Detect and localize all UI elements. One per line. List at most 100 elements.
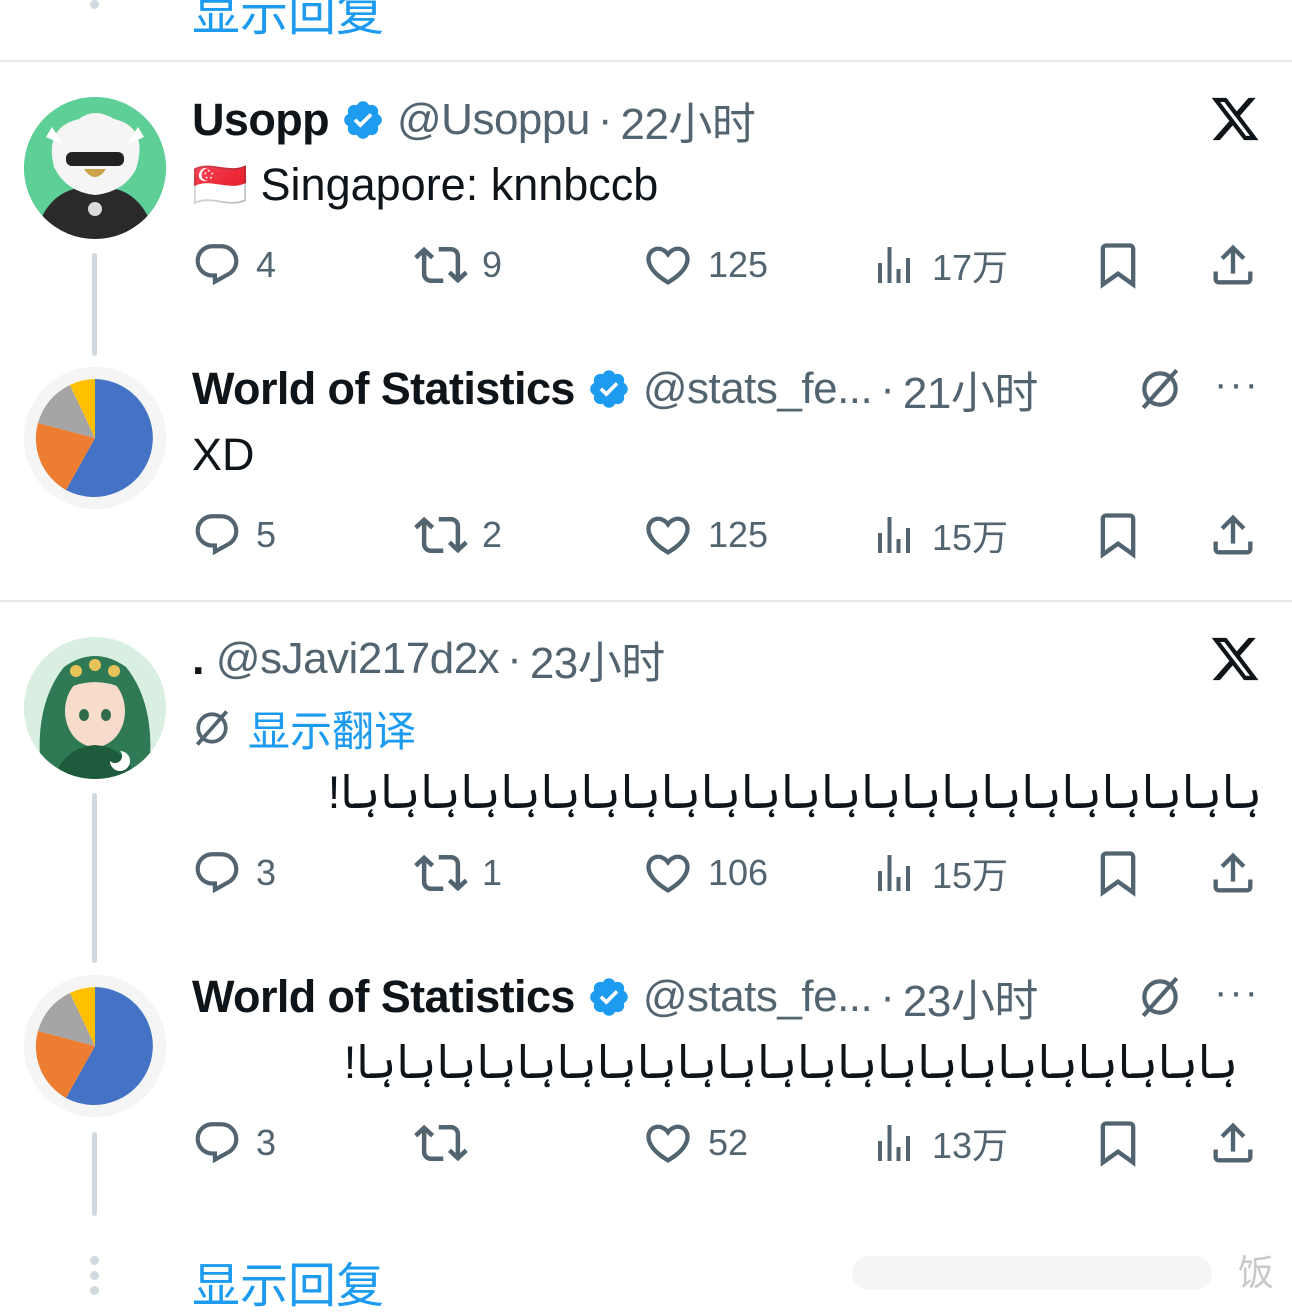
thread-dots	[88, 1256, 100, 1301]
share-icon	[1213, 1122, 1253, 1163]
like-button[interactable]: 106	[642, 845, 768, 901]
action-bar: 3 52 13万	[192, 1115, 1262, 1171]
translate-globe-icon[interactable]	[1135, 364, 1185, 414]
tweet-text: !ہاہاہاہاہاہاہاہاہاہاہاہاہاہاہاہاہاہاہاہ…	[327, 767, 1262, 818]
views-button[interactable]: 15万	[870, 845, 1008, 901]
reply-button[interactable]: 4	[192, 237, 276, 293]
show-translation-label[interactable]: 显示翻译	[248, 698, 416, 759]
like-button[interactable]: 125	[642, 507, 768, 563]
share-button[interactable]	[1207, 845, 1259, 901]
show-replies-link-top[interactable]: 显示回复	[192, 0, 384, 44]
retweet-icon	[414, 854, 468, 892]
avatar[interactable]	[24, 367, 166, 509]
author-handle[interactable]: @stats_fe...	[643, 364, 873, 414]
show-replies-link[interactable]: 显示回复	[192, 1246, 384, 1316]
reply-icon	[195, 1122, 239, 1164]
timestamp[interactable]: 21小时	[903, 357, 1038, 421]
avatar[interactable]	[24, 97, 166, 239]
more-options-icon[interactable]: ···	[1214, 362, 1260, 407]
reply-count: 3	[256, 852, 277, 893]
bookmark-icon	[1100, 851, 1136, 897]
views-count: 13万	[932, 1125, 1009, 1166]
reply-count: 4	[256, 244, 277, 285]
like-count: 52	[708, 1122, 749, 1163]
like-count: 125	[708, 244, 769, 285]
retweet-button[interactable]: 9	[414, 237, 502, 293]
like-button[interactable]: 125	[642, 237, 768, 293]
views-chart-icon	[878, 855, 910, 891]
thread-line	[92, 793, 97, 963]
watermark-bar	[852, 1256, 1212, 1290]
retweet-button[interactable]	[414, 1115, 482, 1171]
reply-button[interactable]: 3	[192, 1115, 276, 1171]
timestamp[interactable]: 22小时	[620, 88, 755, 152]
retweet-icon	[414, 1124, 468, 1162]
like-button[interactable]: 52	[642, 1115, 748, 1171]
heart-icon	[646, 516, 690, 555]
bookmark-button[interactable]	[1092, 507, 1144, 563]
share-button[interactable]	[1207, 1115, 1259, 1171]
timestamp[interactable]: 23小时	[530, 627, 665, 691]
like-count: 106	[708, 852, 769, 893]
views-button[interactable]: 17万	[870, 237, 1008, 293]
bookmark-icon	[1100, 1121, 1136, 1167]
pie-chart-logo-icon	[24, 975, 166, 1117]
tweet-text: 🇸🇬 Singapore: knnbccb	[192, 158, 658, 211]
author-name[interactable]: Usopp	[192, 94, 330, 146]
watermark: 饭	[1237, 1252, 1274, 1293]
dot-separator: ·	[880, 364, 895, 413]
author-name[interactable]: World of Statistics	[192, 363, 575, 415]
reply-button[interactable]: 3	[192, 845, 276, 901]
share-icon	[1213, 244, 1253, 285]
views-count: 15万	[932, 855, 1009, 896]
retweet-button[interactable]: 2	[414, 507, 502, 563]
action-bar: 5 2 125 15万	[192, 507, 1262, 563]
bookmark-button[interactable]	[1092, 237, 1144, 293]
dot-separator: ·	[507, 634, 522, 683]
reply-icon	[195, 852, 239, 894]
retweet-count: 2	[482, 514, 503, 555]
more-options-icon[interactable]: ···	[1214, 970, 1260, 1015]
heart-icon	[646, 1124, 690, 1163]
show-translation-link[interactable]: 显示翻译	[190, 702, 416, 755]
reply-icon	[195, 514, 239, 556]
translate-globe-icon[interactable]	[1135, 972, 1185, 1022]
author-handle[interactable]: @sJavi217d2x	[216, 634, 500, 684]
share-button[interactable]	[1207, 507, 1259, 563]
tweet-text: XD	[192, 429, 255, 480]
reply-count: 5	[256, 514, 277, 555]
bookmark-button[interactable]	[1092, 1115, 1144, 1171]
flag-singapore-icon: 🇸🇬	[192, 159, 249, 210]
heart-icon	[646, 246, 690, 285]
views-chart-icon	[878, 517, 910, 553]
author-name[interactable]: World of Statistics	[192, 971, 575, 1023]
author-name[interactable]: .	[192, 633, 205, 685]
views-chart-icon	[878, 247, 910, 283]
share-icon	[1213, 852, 1253, 893]
verified-badge-icon	[590, 370, 628, 408]
tweet-header: Usopp @Usoppu · 22小时	[192, 92, 756, 149]
thread-line	[92, 1132, 97, 1216]
bookmark-icon	[1100, 243, 1136, 289]
translate-globe-icon	[195, 710, 229, 746]
divider	[0, 60, 1292, 62]
thread-dots	[88, 0, 100, 15]
bookmark-icon	[1100, 513, 1136, 559]
timestamp[interactable]: 23小时	[903, 965, 1038, 1029]
views-button[interactable]: 13万	[870, 1115, 1008, 1171]
reply-count: 3	[256, 1122, 277, 1163]
like-count: 125	[708, 514, 769, 555]
reply-button[interactable]: 5	[192, 507, 276, 563]
tweet-header: World of Statistics @stats_fe... · 23小时	[192, 969, 1038, 1026]
views-button[interactable]: 15万	[870, 507, 1008, 563]
dot-separator: ·	[597, 95, 613, 144]
author-handle[interactable]: @Usoppu	[397, 95, 590, 145]
retweet-icon	[414, 516, 468, 554]
avatar[interactable]	[24, 975, 166, 1117]
share-button[interactable]	[1207, 237, 1259, 293]
author-handle[interactable]: @stats_fe...	[643, 972, 873, 1022]
retweet-button[interactable]: 1	[414, 845, 502, 901]
bookmark-button[interactable]	[1092, 845, 1144, 901]
pie-chart-logo-icon	[24, 367, 166, 509]
avatar[interactable]	[24, 637, 166, 779]
